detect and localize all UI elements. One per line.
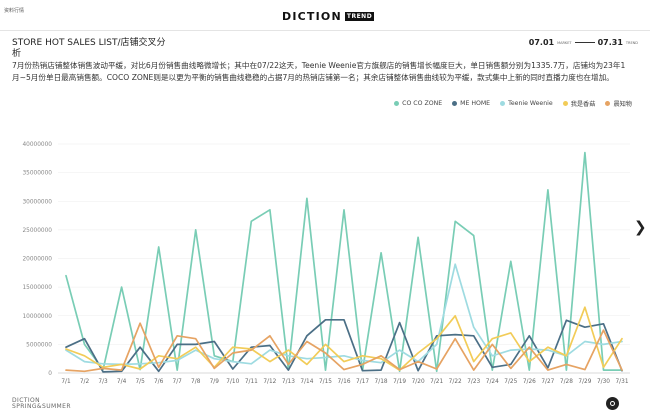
x-tick-label: 7/25 (504, 379, 517, 385)
legend-label: 晨知物 (613, 101, 632, 108)
date-separator (574, 42, 595, 43)
x-tick-label: 7/15 (319, 379, 332, 385)
brand-sub-badge: TREND (344, 11, 375, 21)
legend-swatch (452, 101, 458, 106)
y-tick-label: 35000000 (22, 171, 52, 177)
y-tick-label: 0 (48, 371, 52, 377)
x-tick-label: 7/3 (98, 379, 108, 385)
footer-logo: DICTION SPRING&SUMMER (12, 398, 71, 410)
x-tick-label: 7/7 (173, 379, 183, 385)
legend-swatch (394, 101, 400, 106)
legend-item[interactable]: CO CO ZONE (394, 99, 442, 108)
footer-logo-line2: SPRING&SUMMER (12, 403, 71, 410)
top-bar: 资料行情 DICTION TREND (0, 0, 650, 31)
x-tick-label: 7/18 (375, 379, 388, 385)
x-tick-label: 7/23 (467, 379, 480, 385)
x-tick-label: 7/12 (263, 379, 276, 385)
x-tick-label: 7/1 (61, 379, 71, 385)
y-tick-label: 30000000 (22, 199, 52, 205)
legend-swatch (500, 101, 506, 106)
x-tick-label: 7/9 (210, 379, 220, 385)
date-start-sub: MARKET (557, 40, 572, 45)
legend-swatch (562, 101, 568, 106)
description-text: 7月份热销店铺整体销售波动平缓，对比6月份销售曲线略微增长；其中在07/22这天… (12, 61, 626, 82)
date-range: 07.01 MARKET 07.31 TREND (529, 38, 638, 47)
date-start: 07.01 (528, 38, 555, 47)
y-tick-label: 20000000 (22, 257, 52, 263)
breadcrumb[interactable]: 资料行情 (4, 7, 24, 14)
legend-item[interactable]: ME HOME (452, 99, 490, 108)
x-tick-label: 7/10 (226, 379, 239, 385)
x-tick-label: 7/4 (117, 379, 127, 385)
legend-item[interactable]: Teenie Weenie (500, 99, 553, 108)
series-line (65, 306, 623, 371)
y-tick-label: 5000000 (26, 342, 52, 348)
legend-item[interactable]: 我是香菇 (562, 99, 596, 108)
x-tick-label: 7/22 (449, 379, 462, 385)
x-tick-label: 7/14 (300, 379, 313, 385)
legend-label: Teenie Weenie (508, 100, 553, 107)
next-page-arrow-icon[interactable]: ❯ (634, 218, 647, 236)
x-tick-label: 7/31 (615, 379, 628, 385)
x-tick-label: 7/29 (578, 379, 591, 385)
page-badge-icon (606, 397, 619, 410)
legend-item[interactable]: 晨知物 (605, 99, 632, 108)
x-tick-label: 7/27 (541, 379, 554, 385)
y-tick-label: 15000000 (22, 285, 52, 291)
date-end: 07.31 (597, 38, 623, 47)
x-tick-label: 7/19 (393, 379, 406, 385)
x-tick-label: 7/26 (523, 379, 536, 385)
legend-label: CO CO ZONE (402, 100, 443, 107)
x-tick-label: 7/30 (597, 379, 610, 385)
y-tick-label: 10000000 (22, 314, 52, 320)
legend-label: 我是香菇 (570, 101, 596, 108)
page-title: STORE HOT SALES LIST/店铺交叉分析 (12, 38, 166, 59)
x-tick-label: 7/8 (191, 379, 201, 385)
x-tick-label: 7/21 (430, 379, 443, 385)
series-line (65, 151, 623, 373)
date-end-sub: TREND (625, 40, 638, 45)
x-tick-label: 7/24 (486, 379, 499, 385)
line-chart: 0 5000000 10000000 15000000 20000000 25000000… (22, 142, 630, 385)
legend-label: ME HOME (460, 100, 491, 107)
x-tick-label: 7/6 (154, 379, 164, 385)
x-tick-label: 7/2 (80, 379, 90, 385)
brand-name: DICTION (282, 9, 342, 23)
x-tick-label: 7/5 (135, 379, 145, 385)
x-tick-label: 7/13 (282, 379, 295, 385)
y-tick-label: 25000000 (22, 228, 52, 234)
legend-swatch (605, 101, 611, 106)
x-tick-label: 7/20 (412, 379, 425, 385)
x-tick-label: 7/17 (356, 379, 369, 385)
y-tick-label: 40000000 (22, 142, 52, 148)
x-tick-label: 7/28 (560, 379, 573, 385)
x-tick-label: 7/16 (337, 379, 350, 385)
x-tick-label: 7/11 (245, 379, 258, 385)
chart-legend: CO CO ZONE ME HOME Teenie Weenie 我是香菇 晨知物 (394, 99, 632, 108)
brand-logo: DICTION TREND (282, 9, 375, 23)
